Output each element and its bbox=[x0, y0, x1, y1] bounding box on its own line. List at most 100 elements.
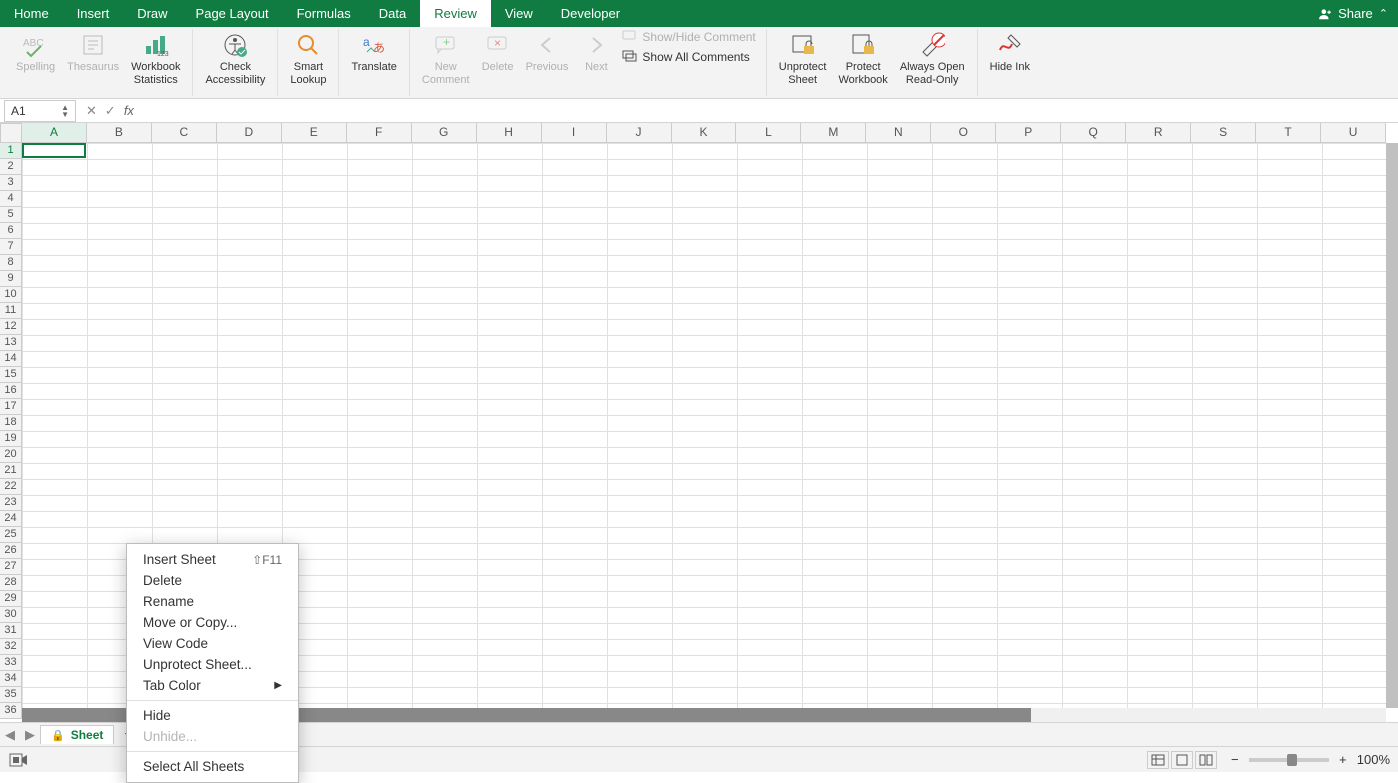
show-hide-comment-button[interactable]: Show/Hide Comment bbox=[622, 29, 755, 45]
ctx-insert-sheet[interactable]: Insert Sheet⇧F11 bbox=[127, 549, 298, 570]
ctx-hide[interactable]: Hide bbox=[127, 705, 298, 726]
tab-page-layout[interactable]: Page Layout bbox=[182, 0, 283, 27]
column-header[interactable]: B bbox=[87, 123, 152, 143]
delete-comment-button[interactable]: × Delete bbox=[476, 29, 520, 76]
next-comment-button[interactable]: Next bbox=[574, 29, 618, 76]
tab-review[interactable]: Review bbox=[420, 0, 491, 27]
row-header[interactable]: 28 bbox=[0, 575, 22, 591]
zoom-out-button[interactable]: − bbox=[1227, 752, 1243, 767]
row-header[interactable]: 34 bbox=[0, 671, 22, 687]
column-header[interactable]: C bbox=[152, 123, 217, 143]
select-all-corner[interactable] bbox=[0, 123, 22, 143]
new-comment-button[interactable]: + New Comment bbox=[416, 29, 476, 88]
enter-formula-icon[interactable]: ✓ bbox=[105, 103, 116, 119]
row-header[interactable]: 26 bbox=[0, 543, 22, 559]
row-header[interactable]: 19 bbox=[0, 431, 22, 447]
ctx-delete[interactable]: Delete bbox=[127, 570, 298, 591]
row-header[interactable]: 1 bbox=[0, 143, 22, 159]
row-header[interactable]: 9 bbox=[0, 271, 22, 287]
ctx-unprotect-sheet[interactable]: Unprotect Sheet... bbox=[127, 654, 298, 675]
row-header[interactable]: 18 bbox=[0, 415, 22, 431]
protect-workbook-button[interactable]: Protect Workbook bbox=[832, 29, 893, 88]
row-header[interactable]: 2 bbox=[0, 159, 22, 175]
sheet-nav-next[interactable]: ▶ bbox=[20, 727, 40, 743]
row-header[interactable]: 22 bbox=[0, 479, 22, 495]
check-accessibility-button[interactable]: Check Accessibility bbox=[199, 29, 271, 88]
tab-insert[interactable]: Insert bbox=[63, 0, 124, 27]
row-header[interactable]: 4 bbox=[0, 191, 22, 207]
normal-view-button[interactable] bbox=[1147, 751, 1169, 769]
row-header[interactable]: 27 bbox=[0, 559, 22, 575]
row-header[interactable]: 35 bbox=[0, 687, 22, 703]
row-header[interactable]: 15 bbox=[0, 367, 22, 383]
row-header[interactable]: 30 bbox=[0, 607, 22, 623]
zoom-slider[interactable] bbox=[1249, 758, 1329, 762]
row-header[interactable]: 17 bbox=[0, 399, 22, 415]
row-header[interactable]: 14 bbox=[0, 351, 22, 367]
ctx-move-copy[interactable]: Move or Copy... bbox=[127, 612, 298, 633]
column-header[interactable]: H bbox=[477, 123, 542, 143]
row-header[interactable]: 36 bbox=[0, 703, 22, 719]
tab-view[interactable]: View bbox=[491, 0, 547, 27]
row-header[interactable]: 13 bbox=[0, 335, 22, 351]
column-header[interactable]: A bbox=[22, 123, 87, 143]
tab-draw[interactable]: Draw bbox=[123, 0, 181, 27]
column-header[interactable]: F bbox=[347, 123, 412, 143]
column-header[interactable]: P bbox=[996, 123, 1061, 143]
thesaurus-button[interactable]: Thesaurus bbox=[61, 29, 125, 76]
unprotect-sheet-button[interactable]: Unprotect Sheet bbox=[773, 29, 833, 88]
row-header[interactable]: 3 bbox=[0, 175, 22, 191]
column-header[interactable]: S bbox=[1191, 123, 1256, 143]
share-label[interactable]: Share bbox=[1338, 6, 1373, 21]
column-header[interactable]: I bbox=[542, 123, 607, 143]
row-header[interactable]: 24 bbox=[0, 511, 22, 527]
spelling-button[interactable]: ABC Spelling bbox=[10, 29, 61, 76]
previous-comment-button[interactable]: Previous bbox=[520, 29, 575, 76]
column-header[interactable]: E bbox=[282, 123, 347, 143]
column-header[interactable]: U bbox=[1321, 123, 1386, 143]
row-header[interactable]: 7 bbox=[0, 239, 22, 255]
row-header[interactable]: 5 bbox=[0, 207, 22, 223]
ctx-tab-color[interactable]: Tab Color▶ bbox=[127, 675, 298, 696]
page-break-view-button[interactable] bbox=[1195, 751, 1217, 769]
macro-record-icon[interactable] bbox=[8, 751, 28, 768]
hide-ink-button[interactable]: Hide Ink bbox=[984, 29, 1036, 76]
row-header[interactable]: 6 bbox=[0, 223, 22, 239]
collapse-ribbon-icon[interactable]: ⌃ bbox=[1379, 7, 1388, 20]
row-header[interactable]: 10 bbox=[0, 287, 22, 303]
zoom-in-button[interactable]: + bbox=[1335, 752, 1351, 767]
translate-button[interactable]: aあ Translate bbox=[345, 29, 402, 76]
sheet-tab[interactable]: 🔒 Sheet bbox=[40, 725, 114, 744]
sheet-nav-prev[interactable]: ◀ bbox=[0, 727, 20, 743]
column-header[interactable]: R bbox=[1126, 123, 1191, 143]
tab-home[interactable]: Home bbox=[0, 0, 63, 27]
row-header[interactable]: 33 bbox=[0, 655, 22, 671]
page-layout-view-button[interactable] bbox=[1171, 751, 1193, 769]
column-header[interactable]: J bbox=[607, 123, 672, 143]
column-header[interactable]: M bbox=[801, 123, 866, 143]
column-header[interactable]: N bbox=[866, 123, 931, 143]
row-header[interactable]: 23 bbox=[0, 495, 22, 511]
row-header[interactable]: 12 bbox=[0, 319, 22, 335]
workbook-statistics-button[interactable]: 123 Workbook Statistics bbox=[125, 29, 186, 88]
ctx-rename[interactable]: Rename bbox=[127, 591, 298, 612]
always-open-read-only-button[interactable]: Always Open Read-Only bbox=[894, 29, 971, 88]
row-header[interactable]: 29 bbox=[0, 591, 22, 607]
row-header[interactable]: 31 bbox=[0, 623, 22, 639]
row-header[interactable]: 16 bbox=[0, 383, 22, 399]
row-header[interactable]: 8 bbox=[0, 255, 22, 271]
row-header[interactable]: 20 bbox=[0, 447, 22, 463]
ctx-view-code[interactable]: View Code bbox=[127, 633, 298, 654]
column-header[interactable]: Q bbox=[1061, 123, 1126, 143]
tab-formulas[interactable]: Formulas bbox=[283, 0, 365, 27]
tab-data[interactable]: Data bbox=[365, 0, 420, 27]
row-header[interactable]: 32 bbox=[0, 639, 22, 655]
column-header[interactable]: T bbox=[1256, 123, 1321, 143]
formula-input[interactable] bbox=[144, 100, 1398, 122]
column-header[interactable]: K bbox=[672, 123, 737, 143]
tab-developer[interactable]: Developer bbox=[547, 0, 634, 27]
vertical-scrollbar[interactable] bbox=[1386, 143, 1398, 708]
fx-label[interactable]: fx bbox=[124, 103, 134, 118]
row-header[interactable]: 11 bbox=[0, 303, 22, 319]
name-box-spinner[interactable]: ▲▼ bbox=[61, 104, 69, 118]
